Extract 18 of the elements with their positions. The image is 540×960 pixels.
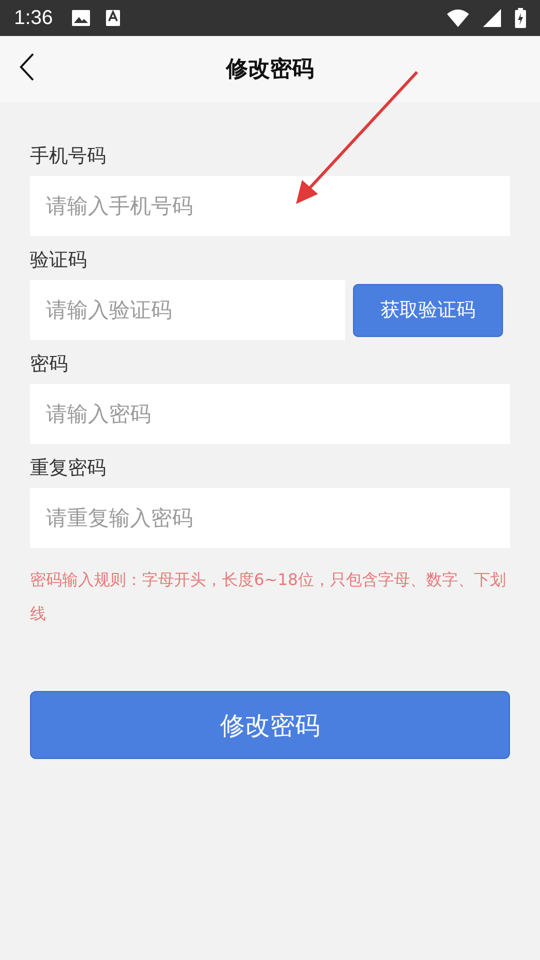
battery-icon (515, 8, 526, 28)
input-field[interactable]: 请输入验证码 (30, 280, 345, 340)
get-code-button[interactable]: 获取验证码 (353, 284, 503, 336)
field-label: 手机号码 (30, 144, 107, 169)
status-time: 1:36 (14, 6, 53, 30)
input-field[interactable]: 请输入密码 (30, 384, 510, 444)
field-label: 密码 (30, 352, 69, 377)
signal-icon (483, 9, 501, 27)
wifi-icon (447, 9, 469, 27)
password-rule-hint: 密码输入规则：字母开头，长度6~18位，只包含字母、数字、下划线 (30, 569, 507, 625)
input-field[interactable]: 请输入手机号码 (30, 176, 510, 236)
input-field[interactable]: 请重复输入密码 (30, 488, 510, 548)
font-icon (104, 9, 121, 27)
field-label: 验证码 (30, 248, 88, 273)
submit-button[interactable]: 修改密码 (30, 691, 510, 759)
field-label: 重复密码 (30, 456, 107, 481)
page-title: 修改密码 (226, 56, 314, 84)
image-icon (70, 9, 91, 27)
